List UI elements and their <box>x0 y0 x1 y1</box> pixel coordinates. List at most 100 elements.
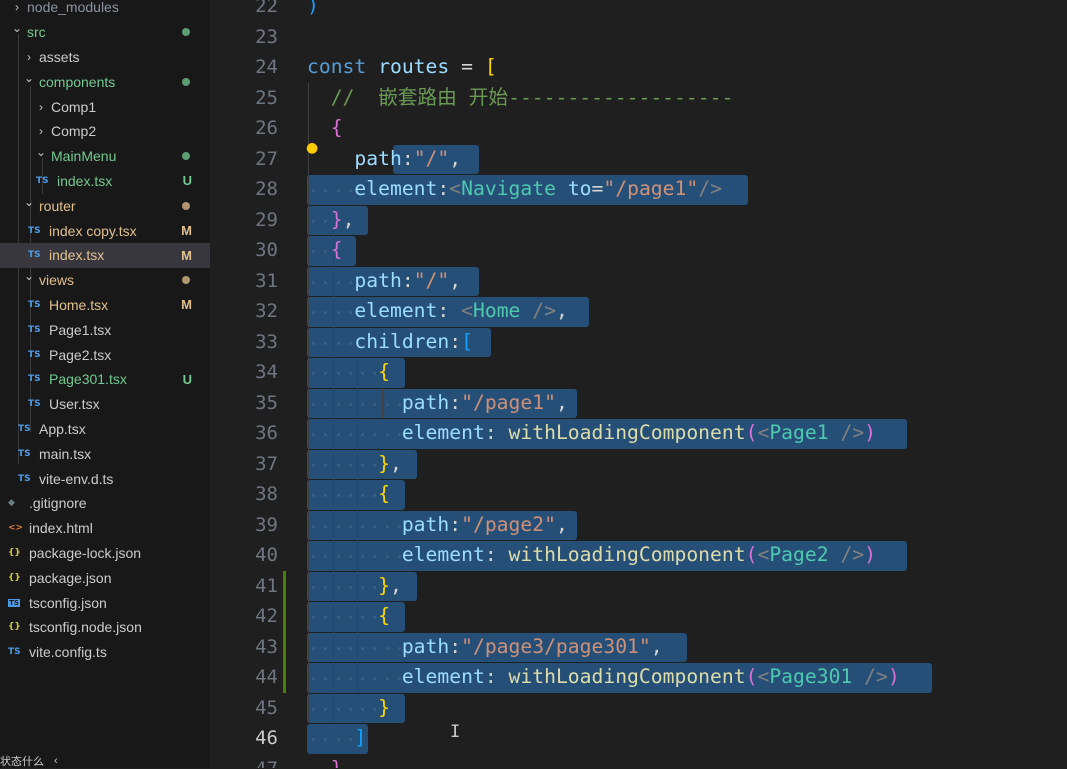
typescript-file-icon: TS <box>18 473 31 484</box>
code-token: ( <box>745 543 758 566</box>
chevron-down-icon[interactable]: ⌄ <box>10 21 24 35</box>
tree-item-user-tsx[interactable]: TS User.tsx <box>0 392 210 417</box>
lightbulb-icon[interactable]: ● <box>306 140 318 156</box>
chevron-right-icon[interactable]: › <box>34 124 48 138</box>
code-token: ] <box>354 726 367 749</box>
chevron-down-icon[interactable]: ⌄ <box>22 195 36 209</box>
code-line[interactable]: }, <box>307 754 355 769</box>
code-token: : <box>484 421 509 444</box>
tree-item-label: Home.tsx <box>49 296 109 313</box>
code-token: = <box>449 55 485 78</box>
code-line[interactable]: element: withLoadingComponent(<Page301 /… <box>307 662 900 693</box>
code-line[interactable]: { <box>307 601 390 632</box>
chevron-left-icon[interactable]: ‹ <box>54 755 58 767</box>
code-line[interactable]: { <box>307 357 390 388</box>
code-line[interactable]: ) <box>307 0 319 22</box>
code-token: < <box>757 543 770 566</box>
code-line[interactable]: path:"/page2", <box>307 510 568 541</box>
tree-item-label: vite-env.d.ts <box>39 470 114 487</box>
line-number: 26 <box>255 117 278 139</box>
code-line[interactable]: const routes = [ <box>307 52 497 83</box>
tree-item-router[interactable]: ⌄ router <box>0 193 210 218</box>
code-token: ( <box>745 421 758 444</box>
code-token: routes <box>378 55 450 78</box>
code-line[interactable]: children:[ <box>307 327 473 358</box>
line-number: 39 <box>255 513 278 536</box>
tree-item-views[interactable]: ⌄ views <box>0 268 210 293</box>
code-token: : <box>449 390 462 414</box>
code-line[interactable]: } <box>307 693 390 724</box>
code-token: "/page3/page301" <box>461 634 651 658</box>
tree-item-label: index copy.tsx <box>49 222 137 239</box>
code-token: path <box>401 390 450 414</box>
code-token: } <box>378 573 390 597</box>
tree-item-tsconfig-node-json[interactable]: {} tsconfig.node.json <box>0 615 210 640</box>
tree-item-package-json[interactable]: {} package.json <box>0 565 210 590</box>
code-line[interactable]: element: withLoadingComponent(<Page2 />) <box>307 540 876 571</box>
tree-item-label: App.tsx <box>39 420 86 437</box>
modified-dot <box>182 276 190 285</box>
code-line[interactable]: path:"/page1", <box>307 388 568 419</box>
tree-item-package-lock-json[interactable]: {} package-lock.json <box>0 541 210 566</box>
chevron-right-icon[interactable]: › <box>10 0 24 14</box>
tree-item-index-copy-tsx[interactable]: TS index copy.tsx M <box>0 218 210 243</box>
chevron-down-icon[interactable]: ⌄ <box>22 269 36 283</box>
code-token: "/" <box>413 146 450 170</box>
tree-item-vite-env-d-ts[interactable]: TS vite-env.d.ts <box>0 466 210 491</box>
tree-item-components[interactable]: ⌄ components <box>0 69 210 94</box>
tree-item-home-tsx[interactable]: TS Home.tsx M <box>0 293 210 318</box>
code-line[interactable]: path:"/page3/page301", <box>307 632 663 663</box>
tree-item-mainmenu[interactable]: ⌄ MainMenu <box>0 144 210 169</box>
code-token: ( <box>745 665 758 688</box>
line-number: 38 <box>255 483 278 505</box>
code-token: [ <box>461 329 473 353</box>
tree-item-page2-tsx[interactable]: TS Page2.tsx <box>0 342 210 367</box>
tree-item-tsconfig-json[interactable]: TS tsconfig.json <box>0 590 210 615</box>
tree-item-page301-tsx[interactable]: TS Page301.tsx U <box>0 367 210 392</box>
code-token: withLoadingComponent <box>508 543 746 566</box>
code-line[interactable]: { <box>307 113 343 144</box>
tree-item-page1-tsx[interactable]: TS Page1.tsx <box>0 317 210 342</box>
tree-item-node-modules[interactable]: › node_modules <box>0 0 210 20</box>
code-line[interactable]: }, <box>307 571 402 602</box>
tree-item-comp1[interactable]: › Comp1 <box>0 94 210 119</box>
code-line[interactable]: // 嵌套路由 开始------------------- <box>307 83 734 114</box>
typescript-file-icon: TS <box>28 299 41 310</box>
code-line[interactable]: }, <box>307 205 355 236</box>
code-token: Home <box>472 299 521 322</box>
chevron-right-icon[interactable]: › <box>34 100 48 114</box>
code-line[interactable]: element:<Navigate to="/page1"/> <box>307 174 722 205</box>
text-cursor-icon: I <box>450 722 461 742</box>
code-line[interactable]: element: <Home />, <box>307 296 567 327</box>
tree-item-app-tsx[interactable]: TS App.tsx <box>0 417 210 442</box>
code-line[interactable]: path:"/", <box>307 144 461 175</box>
line-number: 35 <box>255 391 278 414</box>
tree-item-index-tsx[interactable]: TS index.tsx M <box>0 243 210 268</box>
tree-item-comp2[interactable]: › Comp2 <box>0 119 210 144</box>
code-token: /> <box>840 421 865 444</box>
code-editor[interactable]: 22) 23 24 const routes = [25 // 嵌套路由 开始----… <box>210 0 1067 768</box>
code-line[interactable]: path:"/", <box>307 266 461 297</box>
tree-item-assets[interactable]: › assets <box>0 45 210 70</box>
code-line[interactable]: ] <box>307 723 366 754</box>
code-line[interactable]: element: withLoadingComponent(<Page1 />) <box>307 418 876 449</box>
tree-item-main-tsx[interactable]: TS main.tsx <box>0 441 210 466</box>
tree-item-src[interactable]: ⌄ src <box>0 20 210 45</box>
tree-item-index-tsx[interactable]: TS index.tsx U <box>0 169 210 194</box>
tree-item--gitignore[interactable]: ◆ .gitignore <box>0 491 210 516</box>
tree-item-index-html[interactable]: <> index.html <box>0 516 210 541</box>
chevron-down-icon[interactable]: ⌄ <box>22 71 36 85</box>
code-token: /> <box>840 543 865 566</box>
code-token: /> <box>864 665 888 688</box>
code-line[interactable]: { <box>307 479 390 510</box>
code-line[interactable]: { <box>307 235 343 266</box>
chevron-right-icon[interactable]: › <box>22 50 36 64</box>
tree-item-label: index.tsx <box>57 172 113 189</box>
code-line[interactable]: }, <box>307 449 402 480</box>
tree-item-vite-config-ts[interactable]: TS vite.config.ts <box>0 640 210 665</box>
chevron-down-icon[interactable]: ⌄ <box>34 145 48 159</box>
